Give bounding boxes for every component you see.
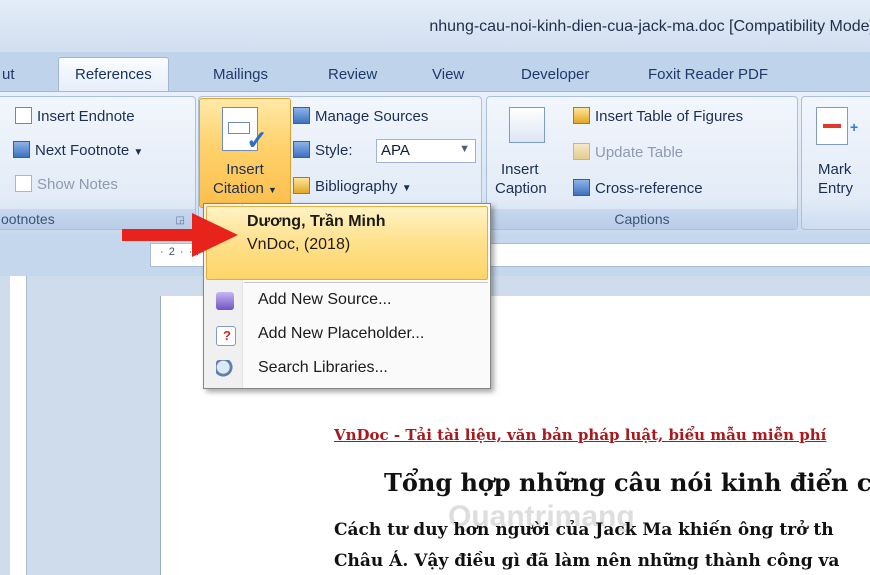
index-group: + Mark Entry [801, 96, 870, 230]
plus-icon: + [850, 119, 859, 135]
tab-developer[interactable]: Developer [521, 60, 589, 90]
tab-view[interactable]: View [432, 60, 464, 90]
add-new-placeholder-item[interactable]: ? Add New Placeholder... [206, 320, 486, 350]
insert-table-of-figures-button[interactable]: Insert Table of Figures [573, 107, 743, 125]
mark-entry-label-1[interactable]: Mark [818, 161, 851, 178]
annotation-arrow-icon [122, 213, 238, 257]
tab-layout[interactable]: ut [2, 60, 15, 90]
ribbon-tabs: ut References Mailings Review View Devel… [0, 52, 870, 93]
manage-sources-button[interactable]: Manage Sources [293, 107, 428, 125]
insert-caption-label-2[interactable]: Caption [495, 180, 547, 197]
next-footnote-button[interactable]: Next Footnote ▼ [13, 141, 143, 159]
bibliography-button[interactable]: Bibliography ▼ [293, 177, 412, 195]
tab-mailings[interactable]: Mailings [213, 60, 268, 90]
document-paragraph-line: Châu Á. Vậy điều gì đã làm nên những thà… [334, 551, 840, 571]
chevron-down-icon: ▼ [268, 185, 277, 195]
style-icon [293, 141, 310, 158]
insert-caption-icon [509, 107, 545, 143]
insert-citation-button[interactable]: ✓ Insert Citation ▼ [199, 98, 291, 208]
insert-citation-menu: Dương, Trần Minh VnDoc, (2018) Add New S… [203, 203, 491, 389]
style-select[interactable]: APA ▼ [376, 139, 476, 163]
menu-separator [244, 282, 488, 283]
document-paragraph-line: Cách tư duy hơn người của Jack Ma khiến … [334, 520, 834, 540]
captions-group-label: Captions [487, 209, 797, 229]
mark-entry-label-2[interactable]: Entry [818, 180, 853, 197]
vertical-ruler[interactable] [10, 276, 27, 575]
cross-reference-icon [573, 179, 590, 196]
style-label: Style: [293, 141, 353, 159]
window-title: nhung-cau-noi-kinh-dien-cua-jack-ma.doc … [429, 18, 870, 35]
endnote-icon [15, 107, 32, 124]
title-bar: nhung-cau-noi-kinh-dien-cua-jack-ma.doc … [0, 0, 870, 53]
pen-icon: ✓ [246, 125, 268, 155]
cross-reference-button[interactable]: Cross-reference [573, 179, 703, 197]
tab-references[interactable]: References [58, 57, 169, 93]
tab-review[interactable]: Review [328, 60, 377, 90]
search-libraries-icon [216, 360, 234, 378]
citation-item[interactable]: Dương, Trần Minh VnDoc, (2018) [206, 206, 488, 280]
citation-source: VnDoc, (2018) [247, 236, 351, 253]
table-of-figures-icon [573, 107, 590, 124]
update-table-button[interactable]: Update Table [573, 143, 683, 161]
add-source-icon [216, 292, 234, 310]
mark-entry-icon [816, 107, 848, 145]
show-notes-icon [15, 175, 32, 192]
tab-foxit-reader-pdf[interactable]: Foxit Reader PDF [648, 60, 768, 90]
add-placeholder-icon: ? [216, 326, 236, 346]
insert-caption-label-1[interactable]: Insert [501, 161, 539, 178]
manage-sources-icon [293, 107, 310, 124]
captions-group: Insert Caption Insert Table of Figures U… [486, 96, 798, 230]
document-heading: Tổng hợp những câu nói kinh điển c [384, 468, 870, 497]
citation-author: Dương, Trần Minh [247, 213, 386, 230]
document-header-link[interactable]: VnDoc - Tải tài liệu, văn bản pháp luật,… [334, 426, 826, 444]
update-table-icon [573, 143, 590, 160]
chevron-down-icon: ▼ [401, 183, 412, 194]
search-libraries-item[interactable]: Search Libraries... [206, 354, 486, 384]
chevron-down-icon: ▼ [459, 143, 470, 155]
insert-endnote-button[interactable]: Insert Endnote [15, 107, 135, 125]
bibliography-icon [293, 177, 310, 194]
chevron-down-icon: ▼ [133, 147, 144, 158]
add-new-source-item[interactable]: Add New Source... [206, 286, 486, 316]
show-notes-button[interactable]: Show Notes [15, 175, 118, 193]
next-footnote-icon [13, 141, 30, 158]
